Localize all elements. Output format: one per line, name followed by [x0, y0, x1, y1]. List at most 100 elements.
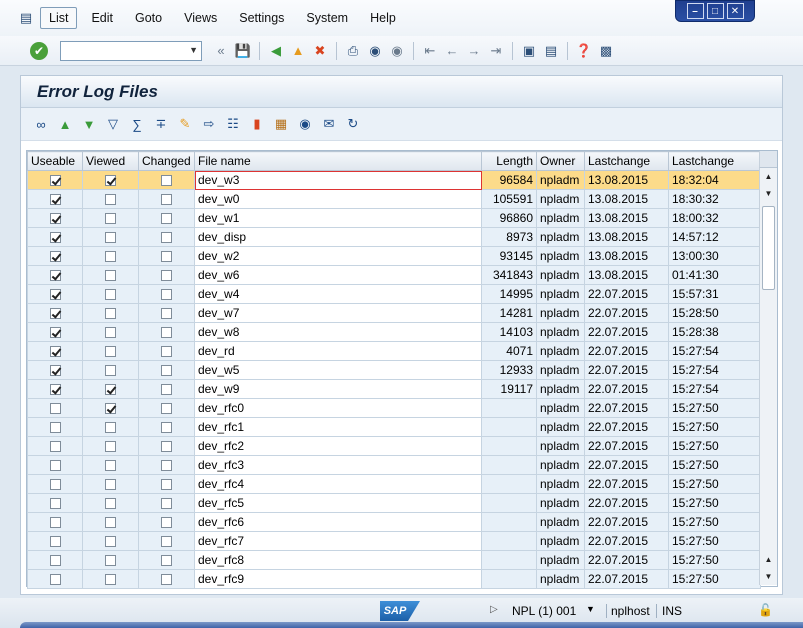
file-name-cell[interactable]: dev_w7	[194, 303, 482, 323]
changed-checkbox[interactable]	[161, 270, 172, 282]
viewed-checkbox[interactable]	[105, 574, 116, 586]
table-row[interactable]: dev_w3 96584 npladm 13.08.2015 18:32:04	[27, 170, 761, 190]
useable-checkbox[interactable]	[49, 346, 61, 358]
last-page-icon[interactable]: ⇥	[487, 42, 505, 60]
col-changed[interactable]: Changed	[138, 151, 195, 171]
useable-checkbox[interactable]	[49, 517, 61, 529]
changed-checkbox[interactable]	[161, 213, 172, 225]
file-name-cell[interactable]: dev_rfc6	[194, 512, 482, 532]
viewed-checkbox[interactable]	[105, 232, 116, 244]
viewed-checkbox[interactable]	[105, 194, 116, 206]
table-row[interactable]: dev_rfc9 npladm 22.07.2015 15:27:50	[27, 569, 761, 589]
first-page-icon[interactable]: ⇤	[421, 42, 439, 60]
useable-checkbox[interactable]	[49, 403, 61, 415]
save-icon[interactable]: 💾	[234, 42, 252, 60]
table-row[interactable]: dev_disp 8973 npladm 13.08.2015 14:57:12	[27, 227, 761, 247]
table-row[interactable]: dev_w9 19117 npladm 22.07.2015 15:27:54	[27, 379, 761, 399]
details-icon[interactable]: ∞	[31, 114, 51, 134]
table-row[interactable]: dev_w1 96860 npladm 13.08.2015 18:00:32	[27, 208, 761, 228]
viewed-checkbox[interactable]	[105, 555, 116, 567]
next-page-icon[interactable]: →	[465, 42, 483, 60]
useable-checkbox[interactable]	[49, 555, 61, 567]
changed-checkbox[interactable]	[161, 327, 172, 339]
file-name-cell[interactable]: dev_w6	[194, 265, 482, 285]
table-row[interactable]: dev_rfc0 npladm 22.07.2015 15:27:50	[27, 398, 761, 418]
layout-grid-icon[interactable]: ▦	[271, 114, 291, 134]
file-name-cell[interactable]: dev_rfc5	[194, 493, 482, 513]
table-row[interactable]: dev_rfc2 npladm 22.07.2015 15:27:50	[27, 436, 761, 456]
minimize-icon[interactable]: –	[686, 3, 704, 19]
viewed-checkbox[interactable]	[105, 213, 116, 225]
viewed-checkbox[interactable]	[105, 536, 116, 548]
changed-checkbox[interactable]	[161, 175, 172, 187]
changed-checkbox[interactable]	[161, 574, 172, 586]
file-name-cell[interactable]: dev_w3	[194, 170, 482, 190]
table-row[interactable]: dev_w4 14995 npladm 22.07.2015 15:57:31	[27, 284, 761, 304]
chart-icon[interactable]: ▮	[247, 114, 267, 134]
menu-goto[interactable]: Goto	[127, 8, 170, 28]
useable-checkbox[interactable]	[49, 422, 61, 434]
table-row[interactable]: dev_rfc1 npladm 22.07.2015 15:27:50	[27, 417, 761, 437]
menu-help[interactable]: Help	[362, 8, 404, 28]
useable-checkbox[interactable]	[49, 175, 61, 187]
menu-toggle-icon[interactable]: ▤	[18, 10, 34, 25]
file-name-cell[interactable]: dev_rfc9	[194, 569, 482, 589]
viewed-checkbox[interactable]	[105, 479, 116, 491]
file-name-cell[interactable]: dev_rfc4	[194, 474, 482, 494]
command-input[interactable]	[61, 41, 181, 60]
useable-checkbox[interactable]	[49, 232, 61, 244]
menu-list[interactable]: List	[40, 7, 78, 29]
useable-checkbox[interactable]	[49, 308, 61, 320]
file-name-cell[interactable]: dev_disp	[194, 227, 482, 247]
viewed-checkbox[interactable]	[105, 175, 116, 187]
viewed-checkbox[interactable]	[105, 498, 116, 510]
enter-icon[interactable]: ✔	[30, 41, 48, 60]
useable-checkbox[interactable]	[49, 574, 61, 586]
help-icon[interactable]: ❓	[575, 42, 593, 60]
file-name-cell[interactable]: dev_rfc7	[194, 531, 482, 551]
file-name-cell[interactable]: dev_w4	[194, 284, 482, 304]
vertical-scrollbar[interactable]: ▲ ▼ ▲ ▼	[759, 168, 777, 585]
col-useable[interactable]: Useable	[27, 151, 83, 171]
changed-checkbox[interactable]	[161, 308, 172, 320]
col-viewed[interactable]: Viewed	[82, 151, 139, 171]
changed-checkbox[interactable]	[161, 517, 172, 529]
changed-checkbox[interactable]	[161, 365, 172, 377]
refresh-icon[interactable]: ↻	[343, 114, 363, 134]
col-lastchange-time[interactable]: Lastchange	[668, 151, 761, 171]
abc-analysis-icon[interactable]: ◉	[295, 114, 315, 134]
useable-checkbox[interactable]	[49, 251, 61, 263]
col-length[interactable]: Length	[481, 151, 537, 171]
useable-checkbox[interactable]	[49, 289, 61, 301]
play-icon[interactable]: ▷	[490, 604, 498, 615]
useable-checkbox[interactable]	[49, 441, 61, 453]
viewed-checkbox[interactable]	[105, 441, 116, 453]
table-row[interactable]: dev_rfc3 npladm 22.07.2015 15:27:50	[27, 455, 761, 475]
table-row[interactable]: dev_rd 4071 npladm 22.07.2015 15:27:54	[27, 341, 761, 361]
changed-checkbox[interactable]	[161, 403, 172, 415]
back-icon[interactable]: ◀	[267, 42, 285, 60]
changed-checkbox[interactable]	[161, 384, 172, 396]
useable-checkbox[interactable]	[49, 479, 61, 491]
page-up-icon[interactable]: ▲	[760, 551, 777, 568]
viewed-checkbox[interactable]	[105, 346, 116, 358]
useable-checkbox[interactable]	[49, 498, 61, 510]
changed-checkbox[interactable]	[161, 460, 172, 472]
changed-checkbox[interactable]	[161, 346, 172, 358]
menu-settings[interactable]: Settings	[231, 8, 292, 28]
file-name-cell[interactable]: dev_rfc0	[194, 398, 482, 418]
scroll-thumb[interactable]	[762, 206, 775, 290]
changed-checkbox[interactable]	[161, 194, 172, 206]
table-row[interactable]: dev_w2 93145 npladm 13.08.2015 13:00:30	[27, 246, 761, 266]
col-owner[interactable]: Owner	[536, 151, 585, 171]
sort-descending-icon[interactable]: ▼	[79, 114, 99, 134]
changed-checkbox[interactable]	[161, 232, 172, 244]
col-file-name[interactable]: File name	[194, 151, 482, 171]
filter-icon[interactable]: ▽	[103, 114, 123, 134]
chevron-down-icon[interactable]: ▼	[189, 45, 198, 55]
viewed-checkbox[interactable]	[105, 270, 116, 282]
useable-checkbox[interactable]	[49, 536, 61, 548]
menu-edit[interactable]: Edit	[83, 8, 121, 28]
find-icon[interactable]: ◉	[366, 42, 384, 60]
viewed-checkbox[interactable]	[105, 384, 116, 396]
